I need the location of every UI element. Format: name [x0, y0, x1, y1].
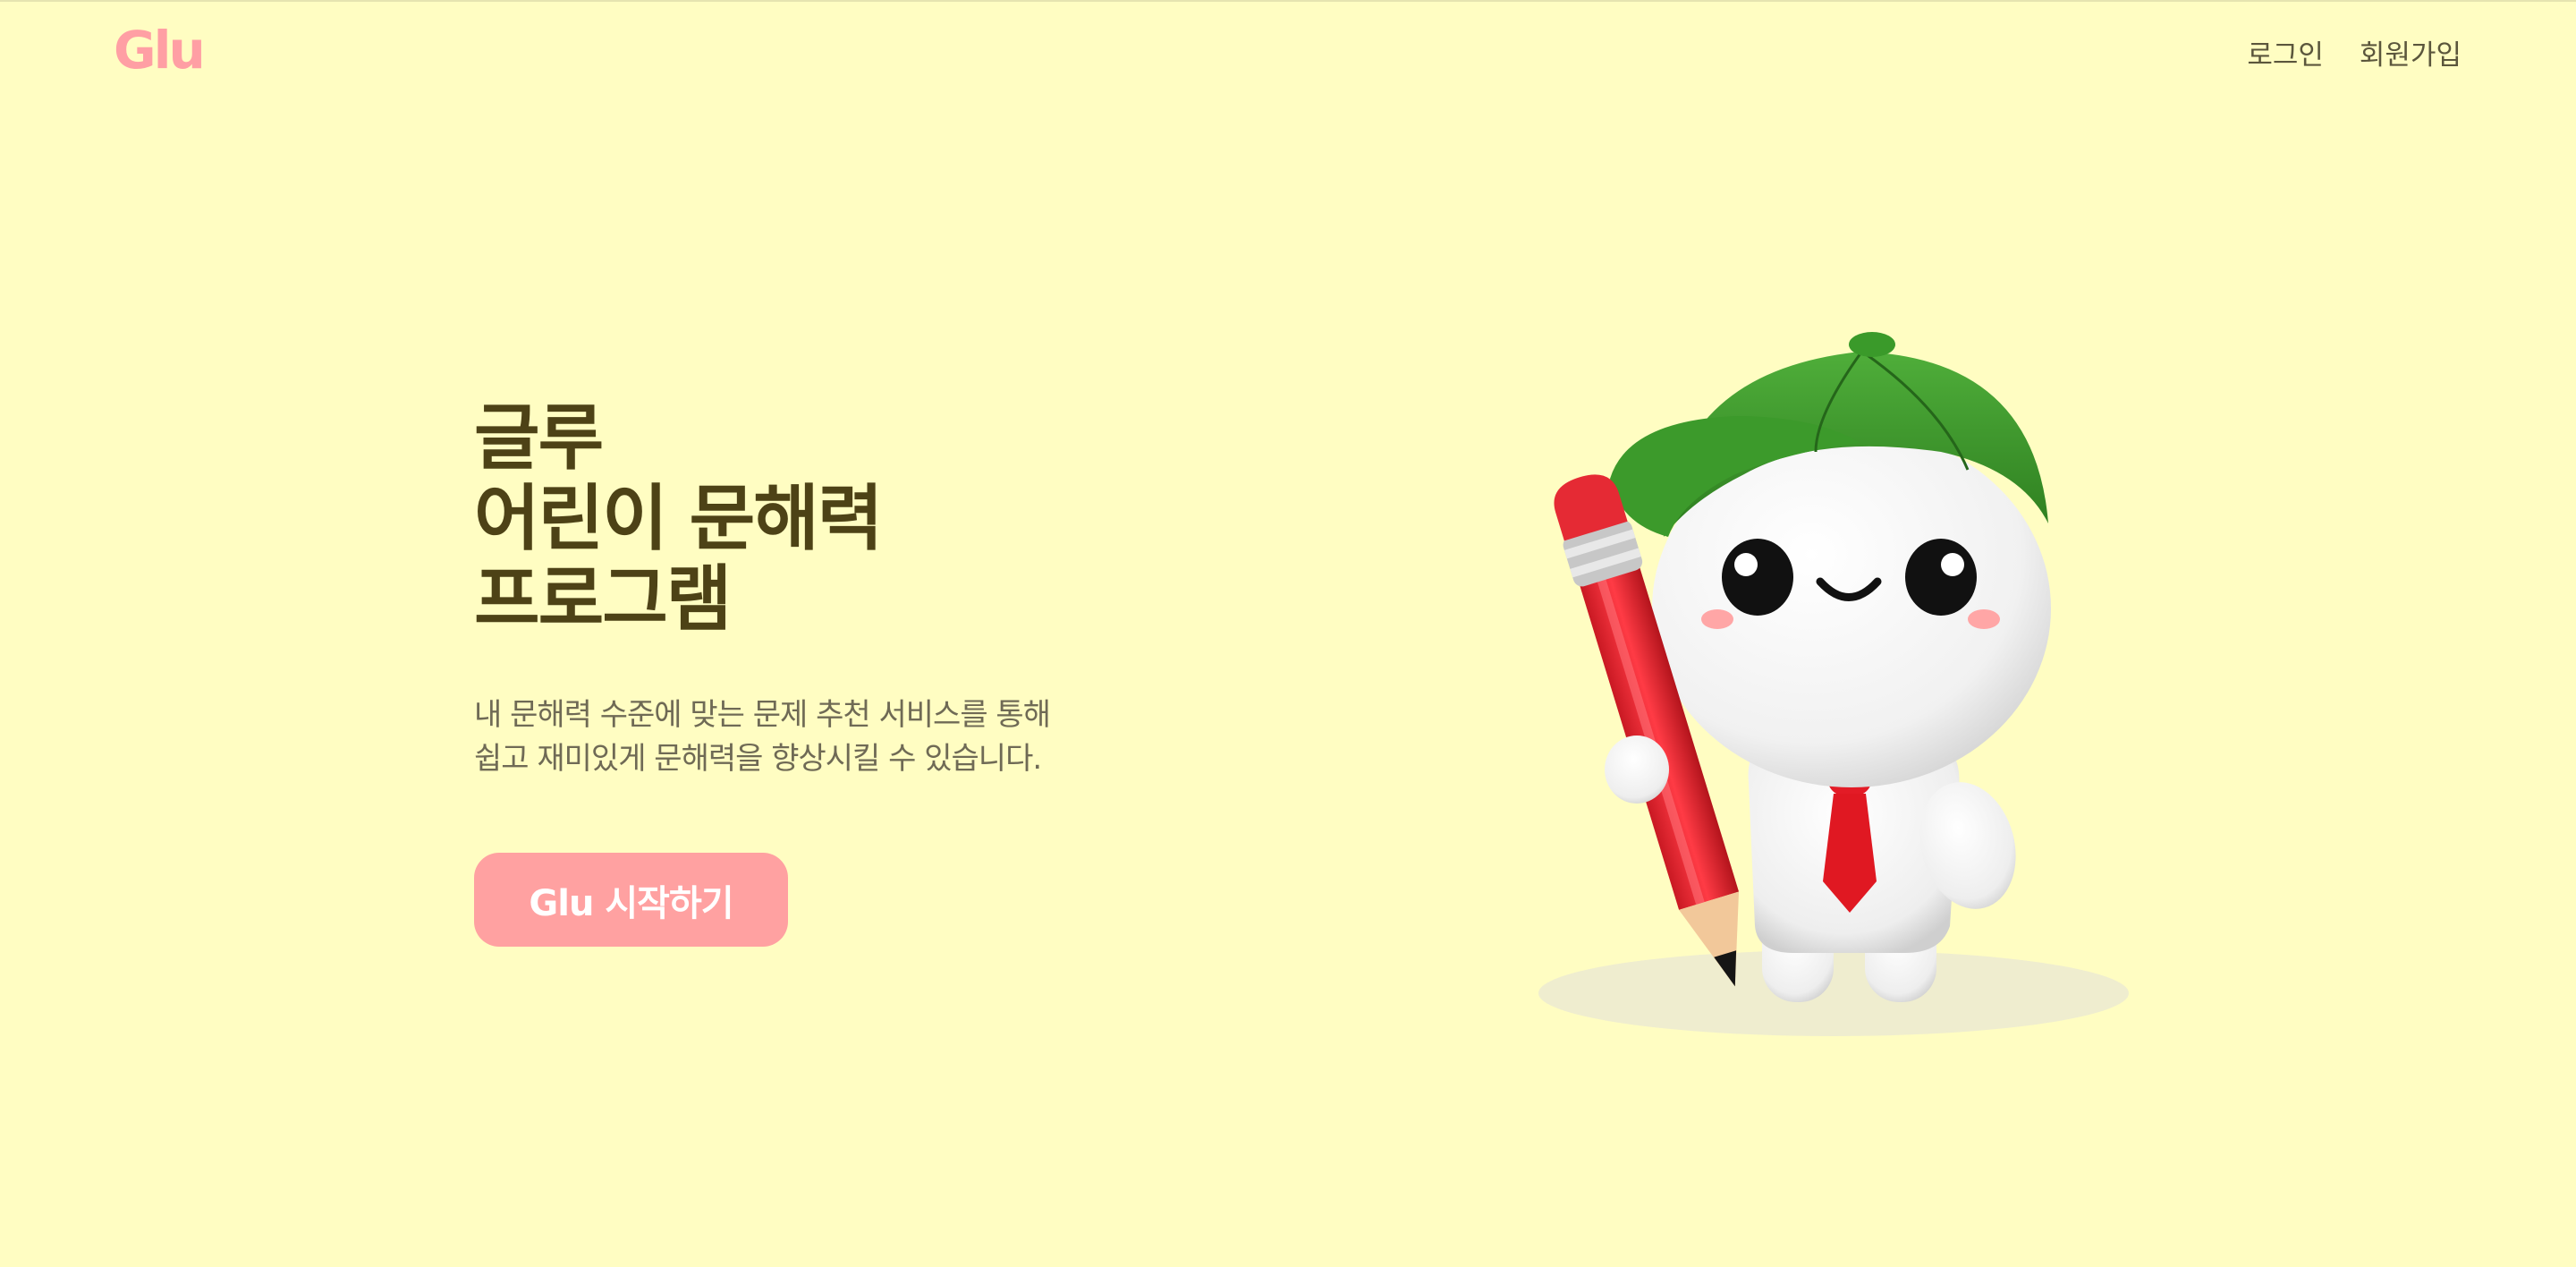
hero-title-line: 어린이 문해력 — [474, 477, 883, 560]
start-button[interactable]: Glu 시작하기 — [474, 853, 788, 947]
cap-button — [1849, 332, 1895, 357]
hero-description-line: 내 문해력 수준에 맞는 문제 추천 서비스를 통해 — [474, 697, 1051, 733]
top-nav: 로그인 회원가입 — [2247, 32, 2462, 72]
hero-title-line: 글루 — [474, 396, 604, 480]
hero-title-line: 프로그램 — [474, 557, 732, 641]
hero-title: 글루 어린이 문해력 프로그램 — [474, 396, 883, 641]
mascot-illustration — [1538, 332, 2129, 1036]
hero-description: 내 문해력 수준에 맞는 문제 추천 서비스를 통해 쉽고 재미있게 문해력을 … — [474, 693, 1051, 781]
left-cheek — [1701, 609, 1733, 629]
right-cheek — [1968, 609, 2000, 629]
left-eye — [1722, 539, 1793, 616]
right-eye — [1905, 539, 1977, 616]
left-hand — [1605, 736, 1669, 804]
login-link[interactable]: 로그인 — [2247, 32, 2324, 72]
logo[interactable]: Glu — [114, 20, 206, 81]
top-border — [0, 0, 2576, 2]
signup-link[interactable]: 회원가입 — [2360, 32, 2462, 72]
hero-description-line: 쉽고 재미있게 문해력을 향상시킬 수 있습니다. — [474, 741, 1042, 777]
